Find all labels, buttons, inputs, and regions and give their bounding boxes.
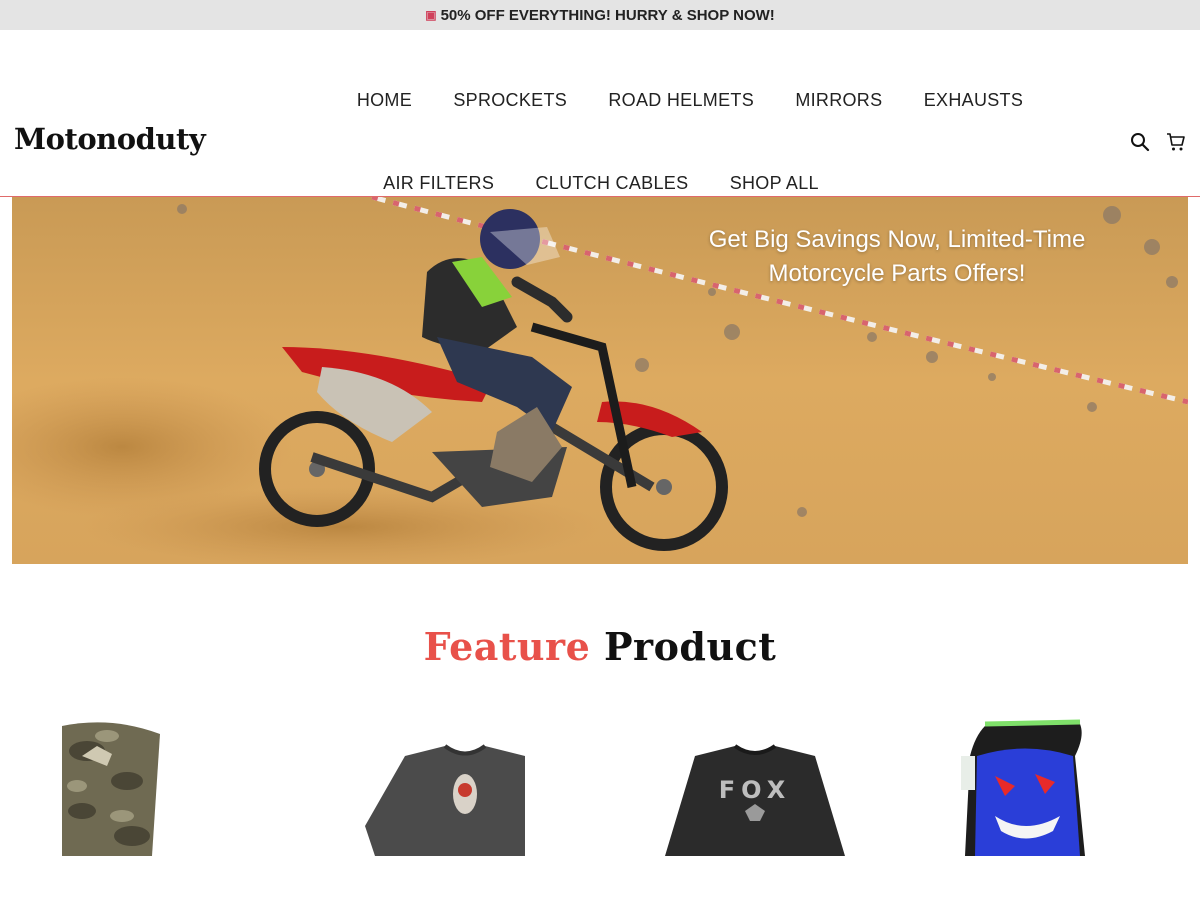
nav-shop-all[interactable]: SHOP ALL (730, 173, 819, 194)
camo-sock-image (62, 722, 160, 856)
site-logo[interactable]: Motonoduty (14, 122, 206, 156)
nav-air-filters[interactable]: AIR FILTERS (383, 173, 494, 194)
svg-text:FOX: FOX (719, 776, 791, 804)
announcement-bar: ▣ 50% OFF EVERYTHING! HURRY & SHOP NOW! (0, 0, 1200, 30)
nav-home[interactable]: HOME (357, 90, 412, 111)
grey-tshirt-image (365, 744, 525, 856)
feature-heading-accent: Feature (423, 624, 591, 669)
product-grid: FOX (0, 716, 1200, 916)
nav-mirrors[interactable]: MIRRORS (795, 90, 882, 111)
black-fox-tshirt-image: FOX (665, 744, 845, 856)
nav-clutch-cables[interactable]: CLUTCH CABLES (535, 173, 688, 194)
nav-sprockets[interactable]: SPROCKETS (453, 90, 567, 111)
product-card-3[interactable]: FOX (640, 716, 880, 856)
feature-heading-rest: Product (603, 624, 777, 669)
product-card-4[interactable] (935, 716, 1175, 856)
product-card-1[interactable] (52, 716, 292, 856)
nav-row-2: AIR FILTERS CLUTCH CABLES SHOP ALL (0, 173, 1200, 194)
cart-icon[interactable] (1166, 132, 1186, 152)
nav-row-1: HOME SPROCKETS ROAD HELMETS MIRRORS EXHA… (0, 90, 1200, 111)
product-card-2[interactable] (345, 716, 585, 856)
print-glove-image (961, 719, 1085, 856)
search-icon[interactable] (1130, 132, 1150, 152)
site-header: Motonoduty HOME SPROCKETS ROAD HELMETS M… (0, 30, 1200, 197)
hero-headline: Get Big Savings Now, Limited-Time Motorc… (708, 226, 1086, 287)
hero-banner[interactable]: Get Big Savings Now, Limited-Time Motorc… (12, 197, 1188, 564)
feature-product-heading: Feature Product (0, 624, 1200, 669)
header-icons (1130, 132, 1186, 152)
announcement-text: 50% OFF EVERYTHING! HURRY & SHOP NOW! (440, 6, 775, 24)
nav-road-helmets[interactable]: ROAD HELMETS (608, 90, 754, 111)
nav-exhausts[interactable]: EXHAUSTS (924, 90, 1023, 111)
truck-icon: ▣ (425, 8, 437, 22)
